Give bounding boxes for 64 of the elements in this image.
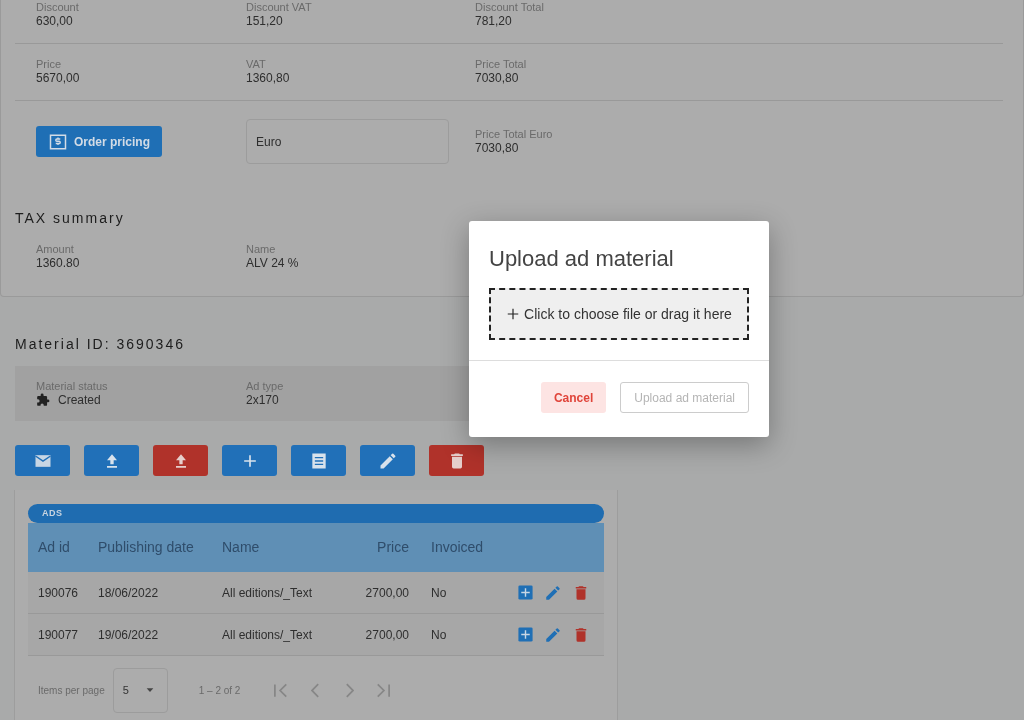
action-button[interactable] (222, 445, 277, 476)
table-cell-text: 2700,00 (364, 626, 409, 644)
section-title: TAX summary (15, 209, 126, 228)
first-page-icon (274, 682, 289, 698)
column-header: Invoiced (430, 538, 485, 557)
field-value: 1360,80 (246, 71, 291, 86)
cancel-button[interactable]: Cancel (540, 382, 607, 413)
field-value: 5670,00 (36, 71, 81, 86)
plus-square-icon[interactable] (517, 584, 534, 601)
field-label: Amount (36, 243, 75, 256)
column-header: Price (376, 538, 409, 557)
column-header: Publishing date (98, 538, 195, 557)
field-label: Discount (36, 1, 80, 14)
chevron-left-icon (310, 682, 320, 698)
order-pricing-button[interactable]: Order pricing (36, 126, 162, 157)
action-button[interactable] (429, 445, 484, 476)
table-cell-text: All editions/_Text (222, 584, 314, 602)
section-title: Material ID: 3690346 (15, 335, 186, 353)
pencil-icon[interactable] (544, 583, 562, 602)
column-header: Name (222, 538, 261, 557)
action-button[interactable] (153, 445, 208, 476)
field-label: Price (36, 58, 63, 71)
field-value: 781,20 (475, 14, 513, 29)
items-per-page-label: Items per page (38, 683, 105, 698)
table-cell-text: 190076 (37, 584, 80, 602)
file-drop-zone[interactable]: Click to choose file or drag it here (489, 288, 749, 340)
field-label: Discount VAT (246, 1, 313, 14)
dialog-title: Upload ad material (488, 245, 675, 273)
field-label: Price Total (475, 58, 527, 71)
table-cell-text: No (430, 626, 448, 644)
currency-field[interactable]: Euro (246, 119, 449, 164)
field-label: Price Total Euro (475, 127, 553, 141)
pencil-icon[interactable] (544, 625, 562, 644)
plus-icon (506, 307, 521, 321)
action-button[interactable] (15, 445, 70, 476)
caret-down-icon (144, 685, 155, 695)
field-value: 1360.80 (36, 256, 81, 271)
action-button[interactable] (360, 445, 415, 476)
page-size-select[interactable]: 5 (112, 667, 168, 713)
table-cell-text: 190077 (37, 626, 80, 644)
last-page-icon (376, 682, 391, 698)
field-value: 2x170 (246, 392, 280, 408)
puzzle-icon (36, 393, 50, 407)
field-value: 630,00 (36, 14, 74, 29)
field-label: Discount Total (475, 1, 544, 14)
field-label: VAT (246, 58, 267, 71)
action-button[interactable] (84, 445, 139, 476)
plus-square-icon[interactable] (517, 626, 534, 643)
field-value: Created (58, 392, 101, 408)
chevron-right-icon (344, 682, 354, 698)
action-button[interactable] (291, 445, 346, 476)
field-value: ALV 24 % (246, 256, 300, 271)
table-cell-text: 19/06/2022 (98, 626, 160, 644)
table-cell-text: No (430, 584, 448, 602)
dollar-icon (48, 132, 68, 151)
table-cell-text: All editions/_Text (222, 626, 314, 644)
table-cell-text: 18/06/2022 (98, 584, 160, 602)
column-header: Ad id (37, 538, 71, 557)
field-value: 7030,80 (475, 140, 520, 156)
field-value: 7030,80 (475, 71, 520, 86)
table-title: ADS (28, 504, 604, 523)
field-label: Name (246, 243, 277, 256)
table-cell-text: 2700,00 (364, 584, 409, 602)
field-value: 151,20 (246, 14, 284, 29)
